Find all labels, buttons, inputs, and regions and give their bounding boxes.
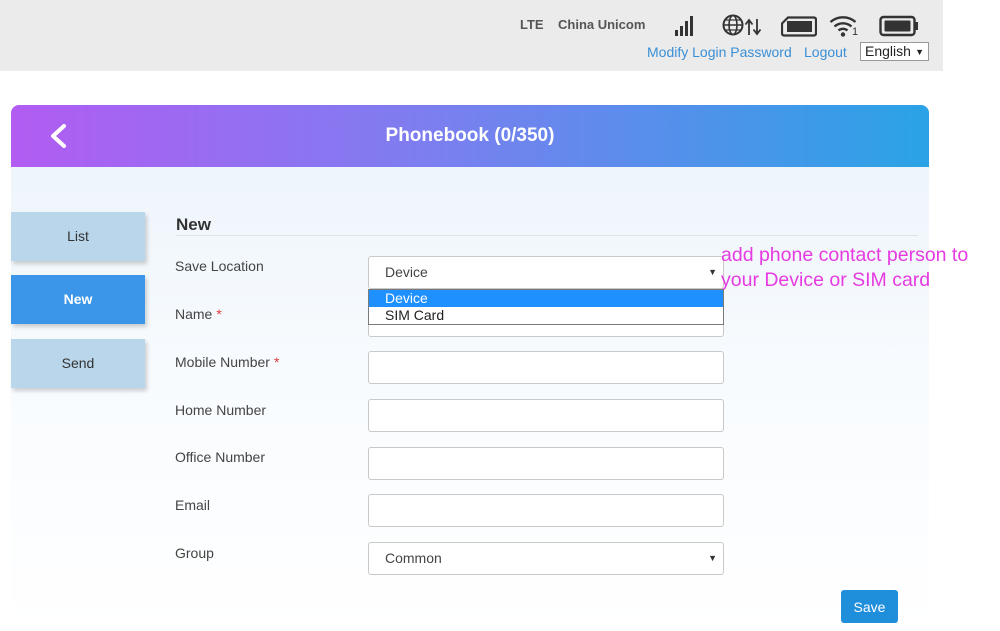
save-location-dropdown: Device SIM Card — [368, 289, 724, 325]
chevron-down-icon: ▼ — [708, 267, 717, 277]
email-label: Email — [175, 497, 210, 513]
page-title: Phonebook (0/350) — [385, 125, 555, 146]
language-select[interactable]: English ▼ — [860, 42, 929, 61]
home-number-input[interactable] — [368, 399, 724, 432]
section-title: New — [176, 215, 211, 234]
option-sim-card[interactable]: SIM Card — [369, 307, 723, 324]
carrier-name: China Unicom — [558, 17, 646, 32]
save-button[interactable]: Save — [841, 590, 898, 623]
signal-strength-icon — [675, 16, 693, 36]
mobile-number-label-text: Mobile Number — [175, 354, 270, 370]
group-label-text: Group — [175, 545, 214, 561]
group-select[interactable]: Common ▼ — [368, 542, 724, 575]
tab-list-label: List — [67, 228, 89, 244]
save-location-select[interactable]: Device ▼ — [368, 256, 724, 289]
home-number-label-text: Home Number — [175, 402, 267, 418]
option-device[interactable]: Device — [369, 290, 723, 307]
office-number-label: Office Number — [175, 449, 265, 465]
email-label-text: Email — [175, 497, 211, 513]
email-input[interactable] — [368, 494, 724, 527]
save-location-label-text: Save Location — [175, 258, 264, 274]
required-mark: * — [273, 354, 280, 370]
chevron-down-icon: ▼ — [915, 47, 924, 57]
name-label: Name * — [175, 306, 222, 322]
tab-send-label: Send — [61, 355, 95, 371]
annotation-text: add phone contact person to your Device … — [721, 244, 969, 291]
logout-link[interactable]: Logout — [804, 44, 847, 60]
battery-icon — [879, 15, 918, 37]
language-select-value: English — [865, 43, 911, 59]
tab-send[interactable]: Send — [11, 339, 145, 388]
network-type: LTE — [520, 17, 544, 32]
wifi-client-count: 1 — [852, 26, 859, 38]
modify-login-password-link[interactable]: Modify Login Password — [647, 44, 792, 60]
sim-card-icon — [781, 16, 817, 37]
top-status-bar: LTE China Unicom 1 Modify Login Password — [0, 0, 943, 71]
mobile-number-label: Mobile Number * — [175, 354, 279, 370]
home-number-label: Home Number — [175, 402, 266, 418]
save-location-value: Device — [385, 264, 428, 280]
internet-traffic-icon — [722, 14, 762, 36]
tab-new[interactable]: New — [11, 275, 145, 324]
office-number-input[interactable] — [368, 447, 724, 480]
mobile-number-input[interactable] — [368, 351, 724, 384]
section-divider — [176, 235, 918, 236]
group-value: Common — [385, 550, 442, 566]
save-location-label: Save Location — [175, 258, 264, 274]
name-label-text: Name — [175, 306, 213, 322]
panel-header: Phonebook (0/350) — [11, 105, 929, 167]
tab-list[interactable]: List — [11, 212, 145, 261]
tab-new-label: New — [63, 291, 93, 307]
group-label: Group — [175, 545, 214, 561]
required-mark: * — [216, 306, 222, 322]
office-number-label-text: Office Number — [175, 449, 265, 465]
chevron-down-icon: ▼ — [708, 553, 717, 563]
